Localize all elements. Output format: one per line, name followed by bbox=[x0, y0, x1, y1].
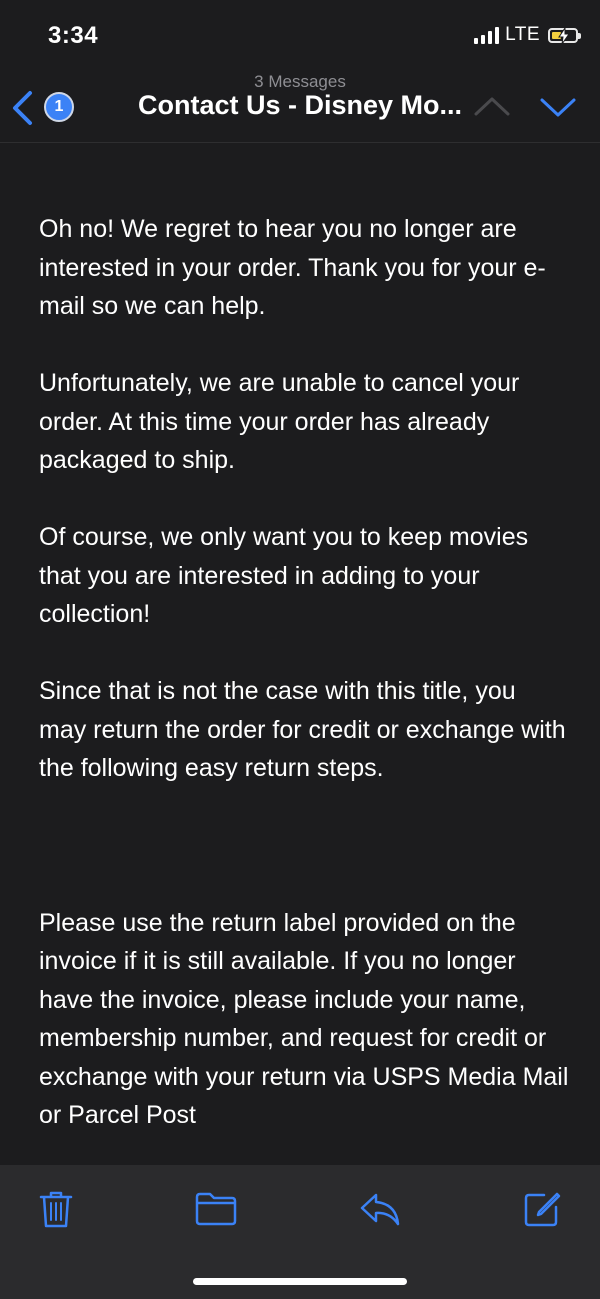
trash-icon bbox=[39, 1191, 73, 1228]
message-paragraph: Oh no! We regret to hear you no longer a… bbox=[39, 215, 546, 320]
reply-icon bbox=[360, 1193, 400, 1226]
chevron-down-icon bbox=[540, 98, 576, 117]
previous-message-button[interactable] bbox=[472, 92, 512, 122]
trash-button[interactable] bbox=[34, 1187, 78, 1231]
reply-button[interactable] bbox=[358, 1187, 402, 1231]
signal-icon bbox=[474, 26, 500, 44]
message-paragraph: Please use the return label provided on … bbox=[39, 908, 569, 1130]
message-header: 3 Messages 1 Contact Us - Disney Mo... bbox=[0, 70, 600, 143]
message-count: 3 Messages bbox=[254, 72, 346, 91]
status-time: 3:34 bbox=[48, 22, 99, 49]
home-indicator[interactable] bbox=[193, 1278, 407, 1285]
status-bar: 3:34 LTE bbox=[0, 0, 600, 70]
next-message-button[interactable] bbox=[538, 92, 578, 122]
compose-button[interactable] bbox=[520, 1187, 564, 1231]
message-paragraph: Of course, we only want you to keep movi… bbox=[39, 523, 529, 628]
network-type: LTE bbox=[505, 24, 540, 45]
battery-icon bbox=[548, 27, 581, 44]
thread-title: Contact Us - Disney Mo... bbox=[138, 90, 463, 120]
message-paragraph: Unfortunately, we are unable to cancel y… bbox=[39, 369, 520, 474]
compose-icon bbox=[524, 1192, 561, 1227]
message-paragraph: Since that is not the case with this tit… bbox=[39, 677, 566, 782]
move-to-folder-button[interactable] bbox=[194, 1187, 238, 1231]
message-body: Oh no! We regret to hear you no longer a… bbox=[39, 210, 569, 1173]
chevron-left-icon bbox=[13, 91, 32, 125]
status-indicators: LTE bbox=[474, 24, 581, 46]
folder-icon bbox=[195, 1192, 237, 1226]
unread-badge[interactable]: 1 bbox=[44, 92, 74, 122]
chevron-up-icon bbox=[474, 97, 510, 116]
